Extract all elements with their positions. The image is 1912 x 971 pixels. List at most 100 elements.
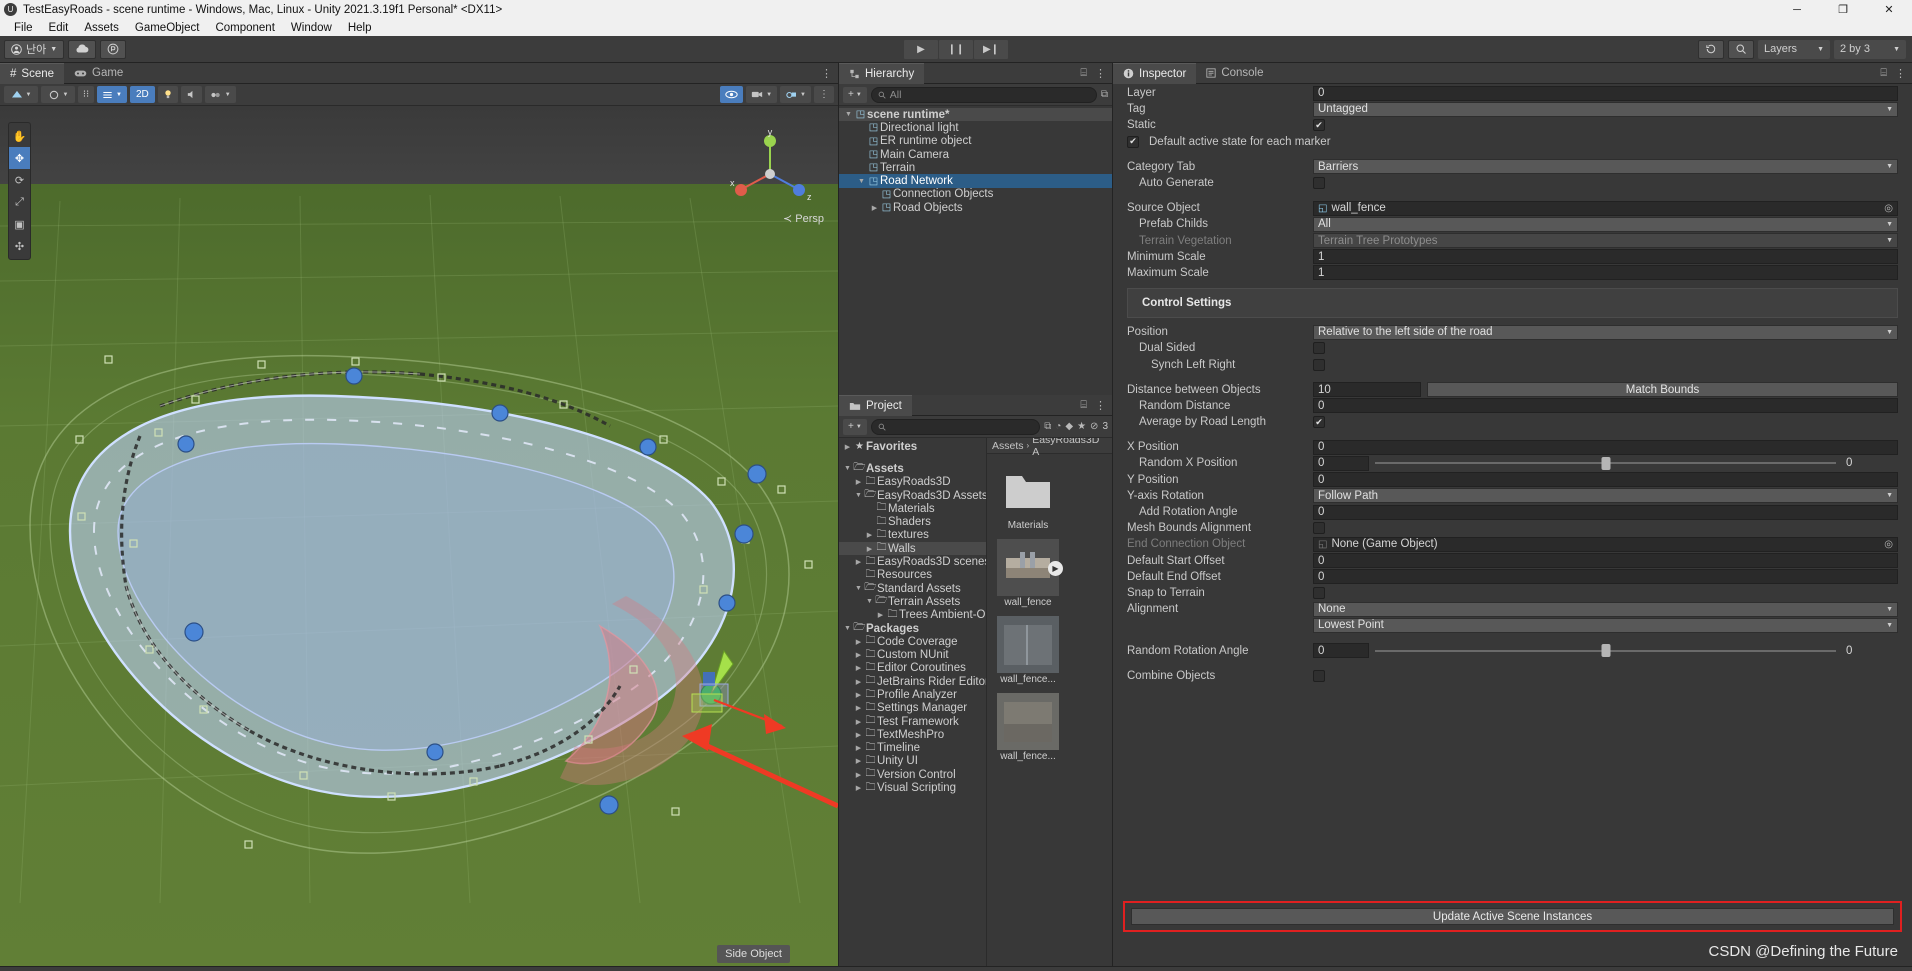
tab-inspector[interactable]: Inspector [1113,62,1197,84]
tab-scene[interactable]: # Scene [0,62,65,84]
disclosure-arrow-icon[interactable]: ▶ [853,744,864,752]
asset-item[interactable]: wall_fence... [997,693,1059,762]
project-tree-item[interactable]: ▶ 🗀 Visual Scripting [839,781,986,794]
axis-gizmo[interactable]: y x z [724,128,816,220]
disclosure-arrow-icon[interactable]: ▶ [853,718,864,726]
disclosure-arrow-icon[interactable]: ▶ [869,204,880,212]
inspector-text-field[interactable]: 0 [1313,85,1898,101]
project-tree-item[interactable]: ▶ 🗀 TextMeshPro [839,728,986,741]
project-tree-item[interactable]: ▶ 🗀 Profile Analyzer [839,688,986,701]
account-dropdown[interactable]: 난아 ▼ [4,39,65,59]
disclosure-arrow-icon[interactable]: ▶ [875,611,886,619]
disclosure-arrow-icon[interactable]: ▶ [853,757,864,765]
project-tree-item[interactable]: 🗀 Resources [839,569,986,582]
cloud-button[interactable] [68,39,97,59]
transform-tool[interactable]: ✣ [9,235,30,257]
lighting-toggle[interactable] [157,86,178,103]
search-button[interactable] [1728,39,1754,59]
close-button[interactable]: ✕ [1866,0,1912,19]
camera-settings-button[interactable]: ▼ [746,86,778,103]
collab-button[interactable] [100,39,127,59]
asset-item[interactable]: ▶ wall_fence [997,539,1063,608]
slider-max-field[interactable]: 0 [1842,456,1898,471]
disclosure-arrow-icon[interactable]: ▼ [856,178,867,185]
step-button[interactable]: ▶❙ [974,39,1008,59]
inspector-dropdown[interactable]: Relative to the left side of the road ▼ [1313,324,1898,340]
scene-visibility-toggle[interactable] [720,86,744,103]
breadcrumb-item-assets[interactable]: Assets [992,440,1024,452]
menu-item-help[interactable]: Help [340,22,380,34]
project-tree-item[interactable]: ▶ 🗀 EasyRoads3D [839,476,986,489]
inspector-checkbox[interactable] [1313,669,1325,682]
draw-mode-dropdown[interactable]: ▼ [41,86,75,103]
hierarchy-item[interactable]: ◳ ER runtime object [839,135,1112,148]
fx-toggle[interactable]: ▼ [204,86,236,103]
label-icon[interactable]: ◆ [1065,421,1073,432]
lock-icon[interactable]: ⌸ [1080,67,1087,80]
slider-min-field[interactable]: 0 [1313,455,1369,471]
disclosure-arrow-icon[interactable]: ▶ [853,771,864,779]
inspector-text-field[interactable]: 0 [1313,553,1898,569]
kebab-icon[interactable]: ⋮ [1895,67,1906,80]
kebab-icon[interactable]: ⋮ [1095,399,1106,412]
asset-item[interactable]: Materials [997,462,1059,531]
disclosure-arrow-icon[interactable]: ▶ [853,784,864,792]
project-search-input[interactable] [870,418,1041,435]
disclosure-arrow-icon[interactable]: ▼ [853,492,864,499]
tab-game[interactable]: Game [64,63,133,84]
scale-tool[interactable]: ⤢ [9,191,30,213]
disclosure-arrow-icon[interactable]: ▶ [853,664,864,672]
hierarchy-item[interactable]: ◳ Connection Objects [839,188,1112,201]
project-tree[interactable]: ▶ ★ Favorites ▼ 🗁 Assets ▶ 🗀 EasyRoads3D ▼ 🗁 EasyRo… [839,438,987,966]
side-object-overlay[interactable]: Side Object [717,945,790,963]
inspector-object-field[interactable]: ◱ wall_fence ◎ [1313,200,1898,216]
inspector-checkbox[interactable] [1313,342,1325,355]
inspector-dropdown[interactable]: Terrain Tree Prototypes ▼ [1313,233,1898,249]
inspector-checkbox[interactable]: ✔ [1313,416,1325,429]
hierarchy-item[interactable]: ◳ Terrain [839,161,1112,174]
hierarchy-item[interactable]: ◳ Main Camera [839,148,1112,161]
project-tree-item[interactable]: ▶ 🗀 Unity UI [839,755,986,768]
inspector-object-field[interactable]: ◱ None (Game Object) ◎ [1313,536,1898,552]
slider-max-field[interactable]: 0 [1842,643,1898,658]
hand-tool[interactable]: ✋ [9,125,30,147]
layers-dropdown[interactable]: Layers ▼ [1758,39,1830,59]
asset-grid[interactable]: Materials ▶ wall_fence wall_fence... wal… [987,454,1112,966]
project-tree-item[interactable]: ▶ 🗀 Walls [839,542,986,556]
inspector-checkbox[interactable]: ✔ [1127,135,1139,148]
menu-item-file[interactable]: File [6,22,41,34]
project-tree-item[interactable]: 🗀 Shaders [839,515,986,528]
inspector-dropdown[interactable]: Barriers ▼ [1313,159,1898,175]
shading-mode-dropdown[interactable]: ▼ [4,86,38,103]
twod-toggle[interactable]: 2D [129,86,155,103]
perspective-label[interactable]: ≺ Persp [783,212,824,225]
tab-console[interactable]: Console [1196,63,1273,84]
inspector-text-field[interactable]: 0 [1313,439,1898,455]
match-bounds-button[interactable]: Match Bounds [1427,382,1898,398]
project-tree-item[interactable]: ▶ 🗀 Timeline [839,742,986,755]
inspector-dropdown[interactable]: All ▼ [1313,216,1898,232]
disclosure-arrow-icon[interactable]: ▶ [853,638,864,646]
rotate-tool[interactable]: ⟳ [9,169,30,191]
project-tree-item[interactable]: ▶ 🗀 Settings Manager [839,702,986,715]
inspector-dropdown[interactable]: None ▼ [1313,601,1898,617]
pause-button[interactable]: ❙❙ [939,39,973,59]
menu-item-edit[interactable]: Edit [41,22,77,34]
project-tree-item[interactable]: ▶ 🗀 Test Framework [839,715,986,728]
disclosure-arrow-icon[interactable]: ▶ [853,478,864,486]
menu-item-window[interactable]: Window [283,22,340,34]
move-tool[interactable]: ✥ [9,147,30,169]
lock-icon[interactable]: ⌸ [1080,399,1087,412]
inspector-dropdown[interactable]: Follow Path ▼ [1313,488,1898,504]
inspector-text-field[interactable]: 0 [1313,398,1898,414]
project-tree-item[interactable]: ▶ 🗀 textures [839,529,986,542]
disclosure-arrow-icon[interactable]: ▶ [853,691,864,699]
project-tree-item[interactable]: ▶ 🗀 Code Coverage [839,635,986,648]
disclosure-arrow-icon[interactable]: ▶ [864,545,875,553]
paint-icon[interactable]: ◔ [1055,421,1061,432]
tab-hierarchy[interactable]: Hierarchy [839,62,925,84]
project-tree-item[interactable]: ▶ 🗀 JetBrains Rider Editor [839,675,986,688]
hierarchy-tree[interactable]: ▼ ◳ scene runtime* ◳ Directional light ◳ ER ru… [839,106,1112,395]
gizmos-dropdown[interactable]: ▼ [780,86,811,103]
slider-min-field[interactable]: 0 [1313,643,1369,659]
